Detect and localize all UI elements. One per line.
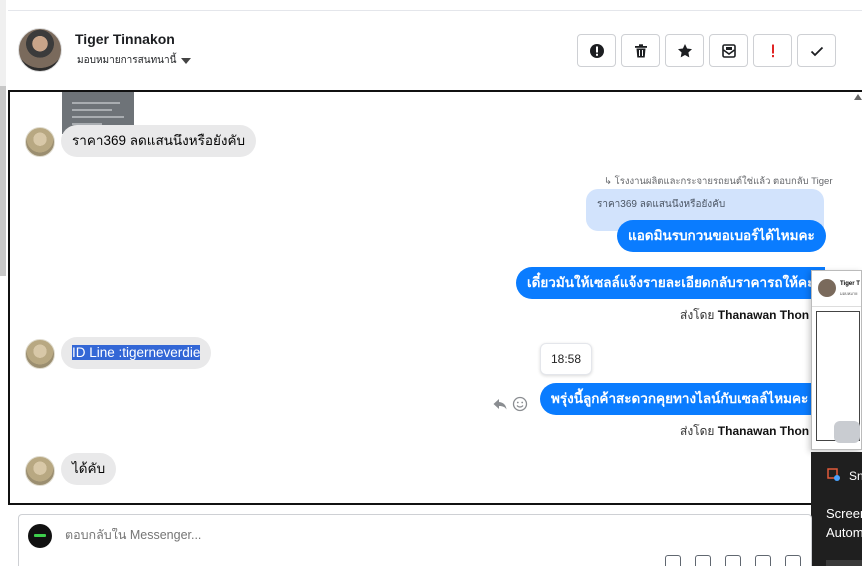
- assign-label: มอบหมายการสนทนานี้: [77, 55, 177, 66]
- customer-avatar[interactable]: [25, 127, 55, 157]
- notification-line-1: Screen: [826, 506, 862, 521]
- reply-input[interactable]: [65, 528, 665, 542]
- star-icon: [677, 43, 692, 57]
- caret-down-icon: [181, 57, 192, 64]
- sent-by-prefix: ส่งโดย: [680, 308, 715, 322]
- header-actions: [577, 34, 836, 67]
- sent-by-name: Thanawan Thon: [717, 424, 810, 438]
- outgoing-message[interactable]: พรุ่งนี้ลูกค้าสะดวกคุยทางไลน์กับเซลล์ไหม…: [540, 383, 820, 415]
- check-icon: [810, 46, 823, 56]
- preview-subtitle: มอบหมาย: [840, 291, 858, 296]
- assign-conversation-dropdown[interactable]: มอบหมายการสนทนานี้: [77, 53, 192, 68]
- notification-action-button[interactable]: [826, 560, 862, 566]
- reply-icon[interactable]: [492, 396, 508, 412]
- left-rail-top: [0, 0, 6, 86]
- notification-app-name: Sn: [849, 469, 862, 483]
- image-icon[interactable]: [725, 555, 741, 566]
- spam-button[interactable]: [577, 34, 616, 67]
- sent-by-label: ส่งโดย Thanawan Thon: [680, 422, 809, 441]
- sent-by-name: Thanawan Thon: [717, 308, 810, 322]
- exclamation-icon: [771, 44, 774, 57]
- thumbnail-line: [72, 109, 112, 111]
- thumbnail-line: [72, 102, 120, 104]
- star-button[interactable]: [665, 34, 704, 67]
- more-icon[interactable]: [785, 555, 801, 566]
- done-button[interactable]: [797, 34, 836, 67]
- contact-name[interactable]: Tiger Tinnakon: [75, 31, 175, 47]
- scroll-up-arrow-icon[interactable]: [854, 94, 862, 100]
- left-scrollbar[interactable]: [0, 86, 6, 276]
- conversation-header: Tiger Tinnakon มอบหมายการสนทนานี้: [8, 11, 862, 91]
- sent-by-label: ส่งโดย Thanawan Thon: [680, 306, 809, 325]
- notification-title: Screen Autom: [826, 504, 862, 542]
- incoming-message[interactable]: ราคา369 ลดแสนนึงหรือยังคับ: [61, 125, 257, 157]
- page-avatar: [28, 524, 52, 548]
- sent-by-prefix: ส่งโดย: [680, 424, 715, 438]
- reply-context-text: โรงงานผลิตและกระจายรถยนต์ใช่แล้ว ตอบกลับ…: [614, 176, 833, 187]
- notification-line-2: Autom: [826, 525, 862, 540]
- preview-name: Tiger T: [840, 281, 860, 287]
- snipping-tool-icon: [827, 468, 840, 481]
- mark-unread-button[interactable]: [709, 34, 748, 67]
- incoming-message[interactable]: ได้คับ: [61, 453, 117, 485]
- outgoing-message[interactable]: แอดมินรบกวนขอเบอร์ได้ไหมคะ: [617, 220, 826, 252]
- reply-composer: [18, 514, 812, 566]
- emoji-reaction-icon[interactable]: [512, 396, 528, 412]
- emoji-icon[interactable]: [755, 555, 771, 566]
- add-person-icon[interactable]: [665, 555, 681, 566]
- window-preview-popup[interactable]: Tiger T มอบหมาย: [811, 270, 862, 450]
- message-thread[interactable]: ราคา369 ลดแสนนึงหรือยังคับ ↳ โรงงานผลิตแ…: [8, 90, 862, 505]
- incoming-message[interactable]: ID Line :tigerneverdie: [61, 337, 212, 369]
- follow-up-button[interactable]: [753, 34, 792, 67]
- preview-header: Tiger T มอบหมาย: [812, 271, 861, 307]
- mark-unread-icon: [721, 43, 736, 58]
- selected-text[interactable]: ID Line :tigerneverdie: [72, 345, 201, 360]
- thumbnail-line: [72, 116, 124, 118]
- inbox-app: Tiger Tinnakon มอบหมายการสนทนานี้ ราคา36…: [0, 0, 862, 566]
- message-hover-tools: [492, 396, 528, 412]
- attachment-icon[interactable]: [695, 555, 711, 566]
- reply-context: ↳ โรงงานผลิตและกระจายรถยนต์ใช่แล้ว ตอบกล…: [604, 176, 833, 187]
- customer-avatar[interactable]: [25, 456, 55, 486]
- composer-toolbar: [665, 555, 801, 566]
- customer-avatar[interactable]: [25, 339, 55, 369]
- trash-icon: [634, 43, 647, 57]
- timestamp-tooltip: 18:58: [540, 343, 593, 375]
- outgoing-message[interactable]: เดี๋ยวมันให้เซลล์แจ้งรายละเอียดกลับราคาร…: [516, 267, 826, 299]
- delete-button[interactable]: [621, 34, 660, 67]
- preview-message-chip: [834, 421, 860, 443]
- contact-avatar[interactable]: [18, 28, 62, 72]
- alert-circle-icon: [589, 43, 604, 58]
- preview-avatar: [818, 279, 836, 297]
- snip-notification[interactable]: Sn Screen Autom: [811, 452, 862, 566]
